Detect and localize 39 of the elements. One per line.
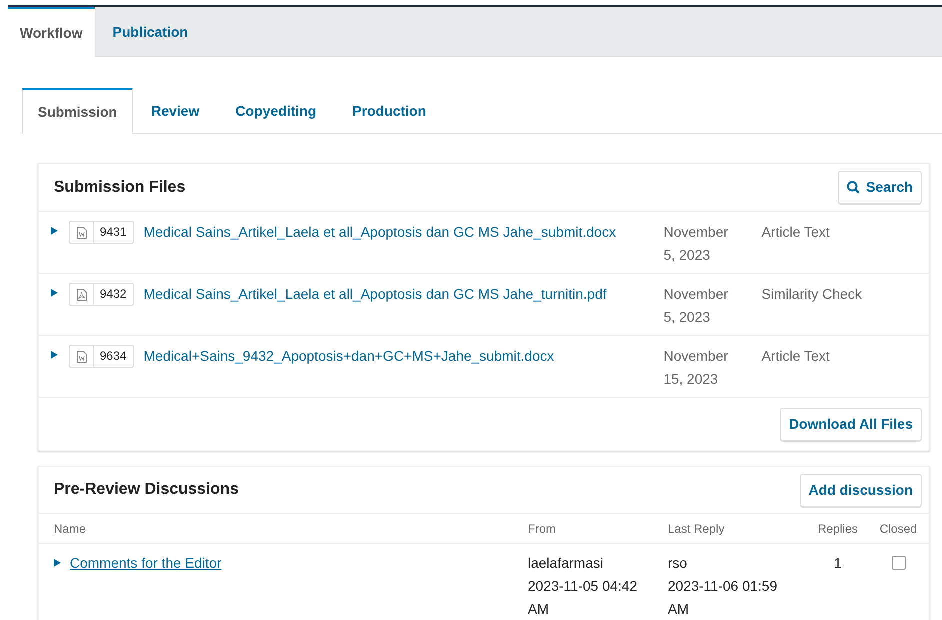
file-type: Article Text — [762, 347, 830, 366]
file-id: 9634 — [99, 348, 128, 365]
file-link[interactable]: Medical Sains_Artikel_Laela et all_Apoptosis dan GC MS Jahe_turnitin.pdf — [144, 283, 664, 335]
file-id: 9431 — [99, 224, 128, 241]
tab[interactable]: Review — [133, 88, 218, 134]
download-all-button[interactable]: Download All Files — [780, 408, 922, 440]
tab[interactable]: Workflow — [8, 7, 95, 57]
tab[interactable]: Copyediting — [218, 88, 334, 134]
file-link[interactable]: Medical Sains_Artikel_Laela et all_Apoptosis dan GC MS Jahe_submit.docx — [144, 221, 664, 273]
tab[interactable]: Production — [334, 88, 444, 134]
add-discussion-button[interactable]: Add discussion — [800, 474, 922, 506]
column-header: Name — [54, 520, 88, 538]
search-button[interactable]: Search — [838, 171, 922, 204]
reply-count: 1 — [834, 554, 842, 573]
column-header: Replies — [816, 520, 860, 538]
column-header: Last Reply — [668, 520, 726, 538]
file-link[interactable]: Medical+Sains_9432_Apoptosis+dan+GC+MS+Jahe_submit.docx — [144, 345, 664, 397]
panel-title: Submission Files — [54, 178, 186, 198]
reply-author: rso — [668, 554, 688, 573]
file-date: November 5, 2023 — [664, 285, 730, 327]
word-file-icon — [76, 350, 86, 362]
file-date: November 5, 2023 — [664, 223, 730, 265]
search-icon — [847, 181, 860, 194]
discussion-link[interactable]: Comments for the Editor — [70, 552, 222, 575]
file-type: Similarity Check — [762, 285, 862, 304]
panel-title: Pre-Review Discussions — [54, 480, 239, 500]
file-date: November 15, 2023 — [664, 347, 730, 389]
reply-date: 2023-11-06 01:59 AM — [668, 577, 778, 619]
word-file-icon — [76, 226, 86, 238]
closed-checkbox[interactable] — [892, 556, 906, 570]
column-header: From — [528, 520, 557, 538]
column-header: Closed — [878, 520, 918, 538]
tab[interactable]: Publication — [94, 7, 206, 57]
pdf-file-icon — [76, 288, 86, 300]
discussion-date: 2023-11-05 04:42 AM — [528, 577, 638, 619]
discussion-author: laelafarmasi — [528, 554, 604, 573]
tab[interactable]: Submission — [22, 88, 134, 134]
file-id: 9432 — [99, 286, 128, 303]
file-type: Article Text — [762, 223, 830, 242]
